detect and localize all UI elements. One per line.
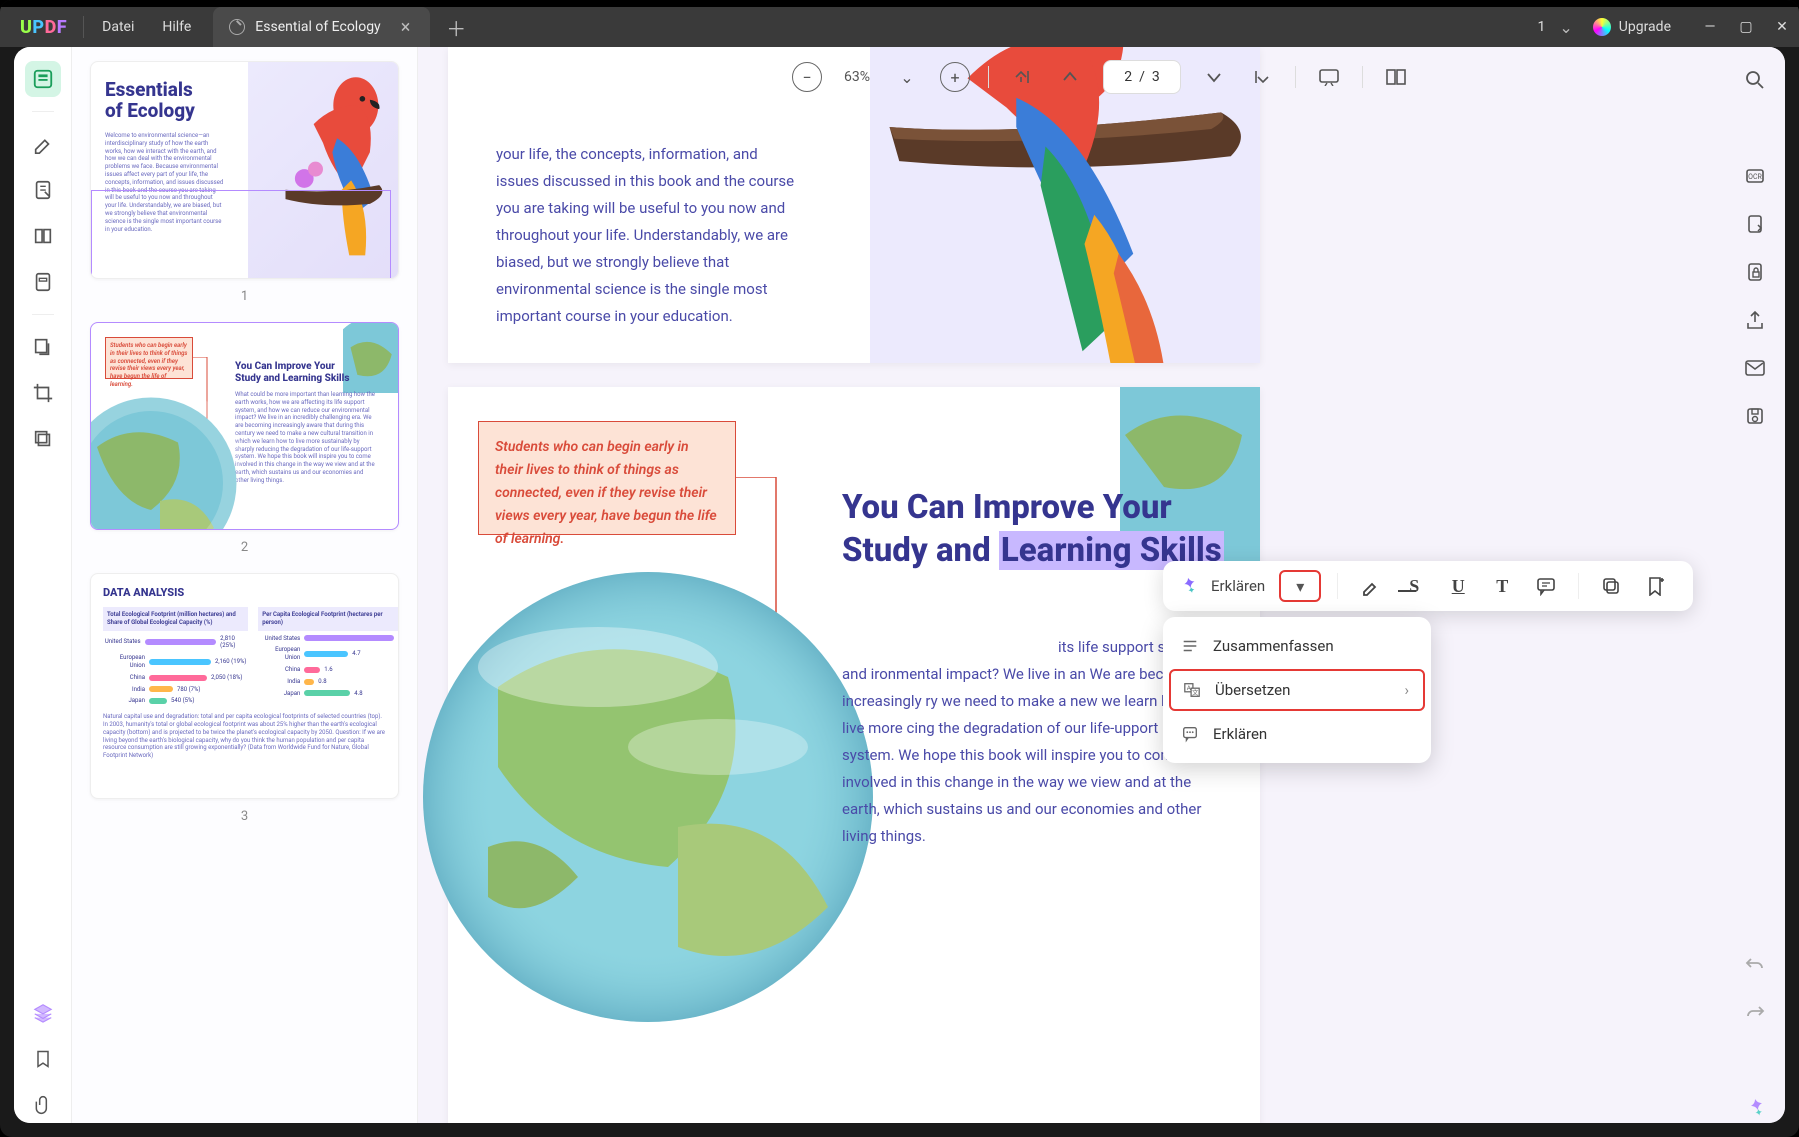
document-tab[interactable]: Essential of Ecology × [213, 7, 430, 47]
reading-mode-button[interactable] [1381, 62, 1411, 92]
text-icon[interactable]: T [1486, 570, 1518, 602]
thumbnail-page-3[interactable]: DATA ANALYSIS Total Ecological Footprint… [90, 573, 399, 799]
new-tab-button[interactable]: ＋ [446, 13, 466, 42]
ai-dropdown-menu: Zusammenfassen A文 Übersetzen › Erklären [1163, 617, 1431, 763]
ai-dropdown-button[interactable]: ▾ [1279, 570, 1321, 602]
zoom-in-button[interactable]: + [940, 62, 970, 92]
last-page-button[interactable] [1247, 62, 1277, 92]
ai-assistant-icon[interactable] [1740, 1093, 1770, 1123]
title-bar: UPDF Datei Hilfe Essential of Ecology × … [0, 7, 1799, 47]
highlight-icon[interactable] [1354, 570, 1386, 602]
ai-icon [1177, 575, 1199, 597]
zoom-dropdown[interactable]: ⌄ [892, 62, 922, 92]
presentation-button[interactable] [1314, 62, 1344, 92]
globe-illustration [418, 567, 878, 1027]
svg-text:文: 文 [1192, 688, 1199, 697]
chevron-down-icon[interactable]: ⌄ [1559, 18, 1572, 37]
left-toolbar [14, 47, 72, 1123]
prev-page-button[interactable] [1055, 62, 1085, 92]
table-row: India780 (7%) [103, 686, 248, 694]
copy-icon[interactable] [1595, 570, 1627, 602]
thumb-number-1: 1 [90, 289, 399, 304]
share-icon[interactable] [1740, 305, 1770, 335]
underline-icon[interactable]: U [1442, 570, 1474, 602]
close-tab-button[interactable]: × [401, 17, 411, 38]
compare-tool[interactable] [25, 329, 61, 365]
menu-summarize[interactable]: Zusammenfassen [1163, 625, 1431, 667]
close-window-button[interactable]: ✕ [1773, 19, 1791, 35]
app-logo: UPDF [8, 17, 79, 38]
ai-action-label[interactable]: Erklären [1211, 577, 1265, 595]
zoom-out-button[interactable]: − [792, 62, 822, 92]
document-viewport[interactable]: − 63% ⌄ + OCR [418, 47, 1785, 1123]
save-icon[interactable] [1740, 401, 1770, 431]
comment-icon[interactable] [1530, 570, 1562, 602]
menu-help[interactable]: Hilfe [148, 11, 205, 43]
table-row: European Union2,160 (19%) [103, 654, 248, 670]
ocr-icon[interactable]: OCR [1740, 161, 1770, 191]
table-row: European Union4.7 [258, 646, 399, 662]
selection-toolbar: Erklären ▾ S U T [1163, 561, 1693, 611]
tab-count: 1 [1538, 19, 1546, 35]
bookmark-tool[interactable] [25, 1041, 61, 1077]
table-row: Japan4.8 [258, 690, 399, 698]
right-toolbar: OCR [1725, 47, 1785, 1123]
highlighter-tool[interactable] [25, 126, 61, 162]
layers-tool[interactable] [25, 995, 61, 1031]
page2-heading: You Can Improve Your Study and Learning … [842, 487, 1224, 573]
form-tool[interactable] [25, 264, 61, 300]
strikethrough-icon[interactable]: S [1398, 570, 1430, 602]
protect-icon[interactable] [1740, 257, 1770, 287]
table-row: United States9.7 [258, 635, 399, 643]
attachment-tool[interactable] [25, 1087, 61, 1123]
quote-box: Students who can begin early in their li… [478, 421, 736, 535]
maximize-button[interactable]: ▢ [1737, 19, 1755, 35]
menu-file[interactable]: Datei [88, 11, 148, 43]
page-number-input[interactable] [1103, 60, 1181, 94]
table-row: India0.8 [258, 678, 399, 686]
chevron-right-icon: › [1404, 681, 1409, 699]
svg-text:OCR: OCR [1748, 173, 1762, 181]
page-2-view: Students who can begin early in their li… [448, 387, 1260, 1123]
thumbnail-page-2[interactable]: Students who can begin early in their li… [90, 322, 399, 530]
thumb-number-3: 3 [90, 809, 399, 824]
table-row: United States2,810 (25%) [103, 635, 248, 651]
crop-tool[interactable] [25, 375, 61, 411]
thumbnail-panel: Essentials of Ecology Welcome to environ… [72, 47, 418, 1123]
doc-tab-icon [229, 19, 245, 35]
upgrade-button[interactable]: Upgrade [1585, 14, 1679, 40]
page2-body: What could be more important than learni… [842, 607, 1212, 850]
thumbnails-tool[interactable] [25, 61, 61, 97]
bookmark-add-icon[interactable] [1639, 570, 1671, 602]
view-toolbar: − 63% ⌄ + [418, 53, 1785, 101]
convert-icon[interactable] [1740, 209, 1770, 239]
upgrade-icon [1593, 18, 1611, 36]
table-row: Japan540 (5%) [103, 697, 248, 705]
doc-tab-title: Essential of Ecology [255, 19, 380, 35]
minimize-button[interactable]: — [1701, 19, 1719, 35]
organize-tool[interactable] [25, 218, 61, 254]
table-row: China2,050 (18%) [103, 674, 248, 682]
edit-tool[interactable] [25, 172, 61, 208]
undo-button[interactable] [1740, 949, 1770, 979]
zoom-level: 63% [844, 69, 870, 85]
thumb-number-2: 2 [90, 540, 399, 555]
batch-tool[interactable] [25, 421, 61, 457]
menu-explain[interactable]: Erklären [1163, 713, 1431, 755]
email-icon[interactable] [1740, 353, 1770, 383]
redo-button[interactable] [1740, 997, 1770, 1027]
next-page-button[interactable] [1199, 62, 1229, 92]
menu-translate[interactable]: A文 Übersetzen › [1169, 669, 1425, 711]
first-page-button[interactable] [1007, 62, 1037, 92]
thumbnail-page-1[interactable]: Essentials of Ecology Welcome to environ… [90, 61, 399, 279]
table-row: China1.6 [258, 666, 399, 674]
page1-text: your life, the concepts, information, an… [496, 141, 796, 330]
